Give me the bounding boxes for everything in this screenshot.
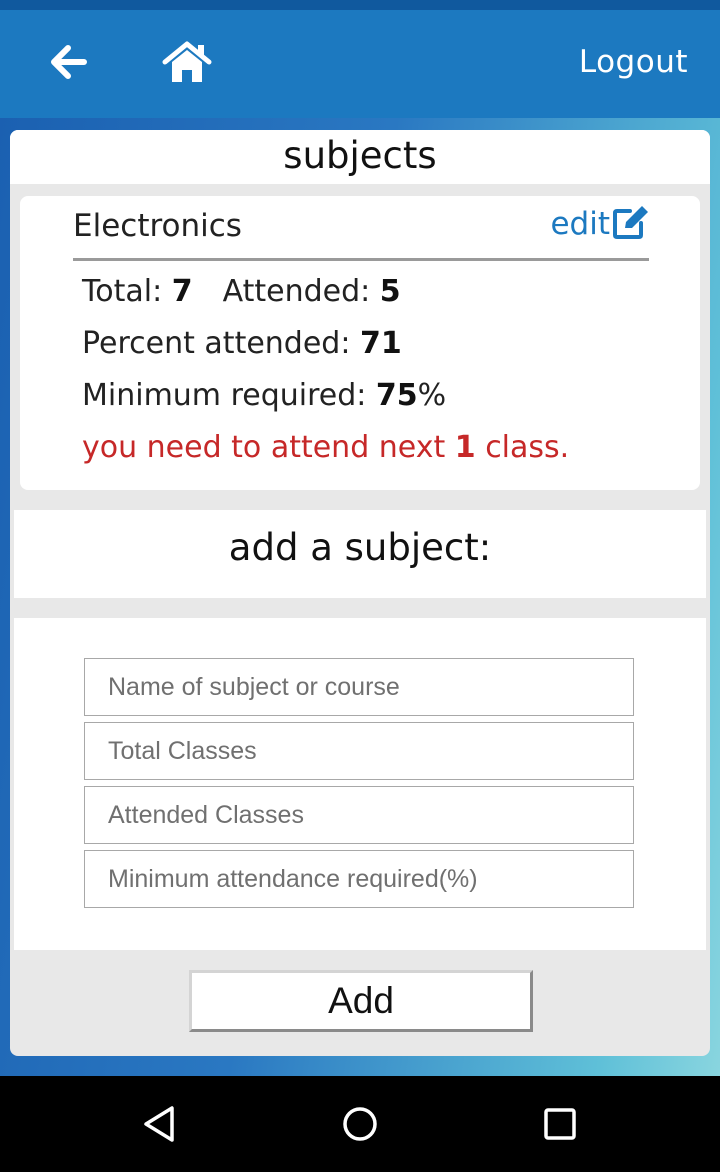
app-bar: Logout [0, 10, 720, 118]
subject-divider [73, 258, 649, 261]
subject-name-input[interactable] [84, 658, 634, 716]
attended-value: 5 [379, 274, 401, 309]
notice-count: 1 [454, 430, 476, 465]
back-button[interactable] [44, 40, 92, 84]
attended-classes-input[interactable] [84, 786, 634, 844]
add-button[interactable]: Add [189, 970, 533, 1032]
total-value: 7 [171, 274, 193, 309]
logout-link[interactable]: Logout [579, 44, 688, 80]
edit-label: edit [550, 206, 610, 242]
title-strip: subjects [10, 130, 710, 184]
nav-back-button[interactable] [140, 1104, 180, 1144]
nav-home-circle-icon [343, 1107, 377, 1141]
totals-line: Total: 7 Attended: 5 [82, 274, 401, 309]
notice-prefix: you need to attend next [82, 430, 455, 465]
subject-name: Electronics [73, 208, 242, 244]
add-subject-header: add a subject: [14, 510, 706, 598]
arrow-left-icon [51, 45, 87, 79]
minimum-suffix: % [417, 378, 447, 413]
home-icon [162, 41, 212, 82]
minimum-line: Minimum required: 75% [82, 378, 446, 413]
nav-recent-square-icon [544, 1108, 576, 1140]
percent-label: Percent attended: [82, 326, 360, 361]
percent-line: Percent attended: 71 [82, 326, 402, 361]
nav-back-triangle-icon [144, 1106, 174, 1142]
add-subject-title: add a subject: [228, 526, 492, 569]
main-card: subjects Electronics edit Total: 7 Attend… [10, 130, 710, 1056]
status-bar [0, 0, 720, 10]
percent-value: 71 [359, 326, 402, 361]
subject-card: Electronics edit Total: 7 Attended: 5 Per… [20, 196, 700, 490]
nav-recent-button[interactable] [540, 1104, 580, 1144]
attendance-notice: you need to attend next 1 class. [82, 430, 569, 465]
edit-subject-link[interactable]: edit [550, 206, 650, 242]
total-label: Total: [82, 274, 172, 309]
minimum-attendance-input[interactable] [84, 850, 634, 908]
minimum-label: Minimum required: [82, 378, 376, 413]
system-nav-bar [0, 1076, 720, 1172]
minimum-value: 75 [375, 378, 418, 413]
home-button[interactable] [160, 38, 214, 86]
notice-suffix: class. [475, 430, 570, 465]
total-classes-input[interactable] [84, 722, 634, 780]
add-subject-form [14, 618, 706, 950]
page-title: subjects [283, 134, 437, 177]
attended-label: Attended: [222, 274, 380, 309]
nav-home-button[interactable] [340, 1104, 380, 1144]
edit-icon [613, 206, 648, 239]
